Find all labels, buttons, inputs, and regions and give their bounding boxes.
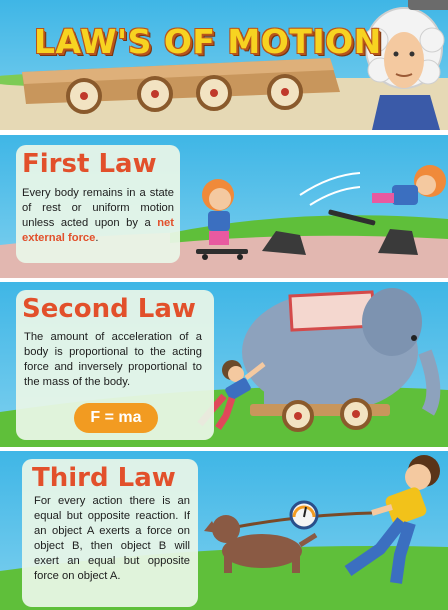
header-illustration bbox=[0, 7, 448, 130]
second-law-title: Second Law bbox=[22, 294, 196, 324]
third-law-text: For every action there is an equal but o… bbox=[34, 495, 190, 582]
gauge-icon bbox=[289, 500, 319, 530]
first-law-text: Every body remains in a state of rest or… bbox=[22, 187, 174, 244]
first-law-title: First Law bbox=[22, 149, 157, 179]
first-law-panel: First Law Every body remains in a state … bbox=[0, 135, 448, 278]
third-law-panel: Third Law For every action there is an e… bbox=[0, 451, 448, 610]
second-law-panel: Second Law The amount of acceleration of… bbox=[0, 282, 448, 447]
infographic: LAW'S OF MOTION First Law Every body rem… bbox=[0, 0, 448, 610]
formula-badge: F = ma bbox=[74, 403, 158, 433]
second-law-text: The amount of acceleration of a body is … bbox=[24, 331, 202, 388]
header-panel: LAW'S OF MOTION bbox=[0, 0, 448, 130]
third-law-title: Third Law bbox=[32, 463, 176, 493]
main-title: LAW'S OF MOTION bbox=[34, 22, 382, 61]
corner-tab bbox=[408, 0, 448, 10]
